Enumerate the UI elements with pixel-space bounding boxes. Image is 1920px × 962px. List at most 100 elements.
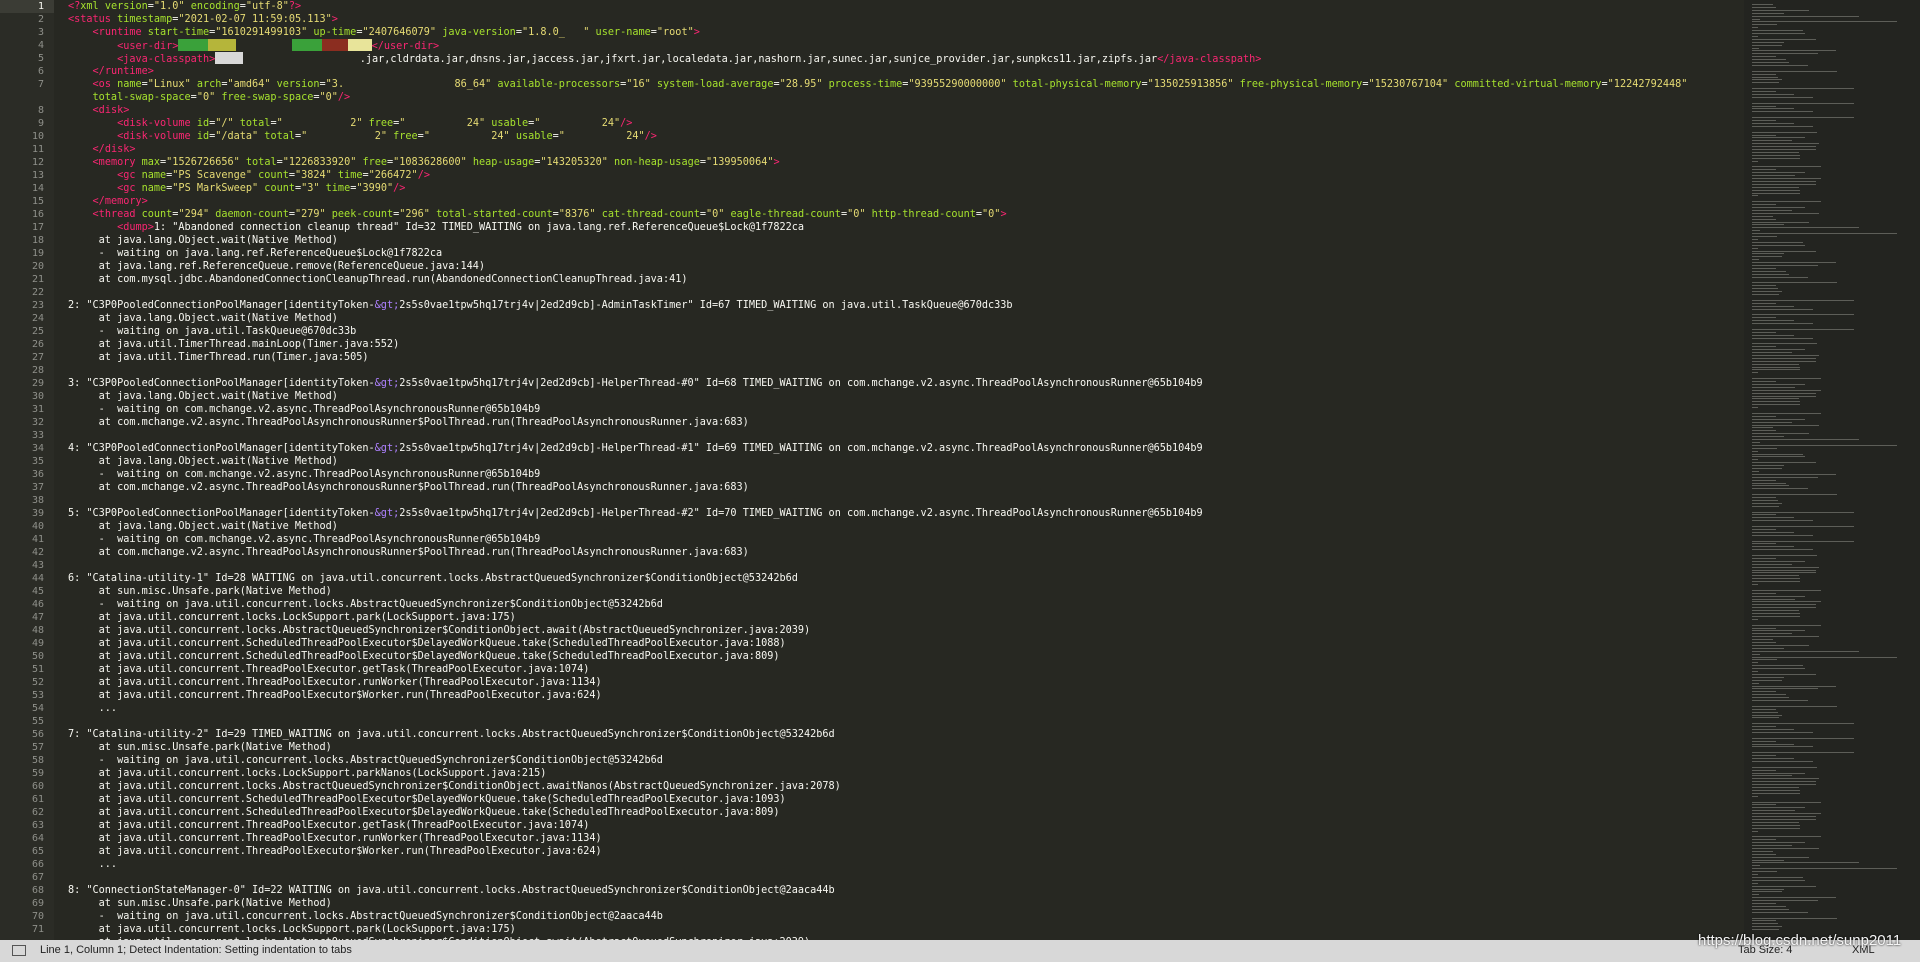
minimap-line xyxy=(1752,209,1793,211)
code-line[interactable]: <gc name="PS Scavenge" count="3824" time… xyxy=(68,169,430,182)
code-token: > xyxy=(773,157,780,168)
code-token: count xyxy=(135,209,173,220)
line-number: 26 xyxy=(31,339,44,350)
code-line[interactable]: 4: "C3P0PooledConnectionPoolManager[iden… xyxy=(68,442,1203,455)
minimap-line xyxy=(1752,743,1795,745)
code-line[interactable]: <status timestamp="2021-02-07 11:59:05.1… xyxy=(68,13,338,26)
code-line[interactable]: <user-dir> </user-dir> xyxy=(68,39,439,53)
code-line[interactable]: at java.util.concurrent.ThreadPoolExecut… xyxy=(68,832,602,845)
code-line[interactable]: </runtime> xyxy=(68,65,154,78)
code-line[interactable]: at java.util.concurrent.locks.LockSuppor… xyxy=(68,923,516,936)
code-line[interactable]: - waiting on java.util.concurrent.locks.… xyxy=(68,910,663,923)
line-number: 48 xyxy=(31,625,44,636)
code-line[interactable]: </memory> xyxy=(68,195,148,208)
code-line[interactable]: at java.util.TimerThread.run(Timer.java:… xyxy=(68,351,369,364)
code-line[interactable]: total-swap-space="0" free-swap-space="0"… xyxy=(68,91,351,104)
code-line[interactable]: 8: "ConnectionStateManager-0" Id=22 WAIT… xyxy=(68,884,835,897)
code-line[interactable]: at com.mysql.jdbc.AbandonedConnectionCle… xyxy=(68,273,688,286)
code-token: &gt; xyxy=(374,300,400,311)
code-line[interactable]: <os name="Linux" arch="amd64" version="3… xyxy=(68,78,1688,91)
minimap-line xyxy=(1752,378,1821,380)
code-line[interactable]: at java.util.concurrent.ThreadPoolExecut… xyxy=(68,676,602,689)
minimap-line xyxy=(1752,691,1777,693)
code-line[interactable]: at java.util.concurrent.ScheduledThreadP… xyxy=(68,793,786,806)
code-token: at com.mchange.v2.async.ThreadPoolAsynch… xyxy=(68,482,749,493)
code-line[interactable]: 7: "Catalina-utility-2" Id=29 TIMED_WAIT… xyxy=(68,728,835,741)
minimap-line xyxy=(1752,439,1859,440)
code-line[interactable]: 3: "C3P0PooledConnectionPoolManager[iden… xyxy=(68,377,1203,390)
code-token: at sun.misc.Unsafe.park(Native Method) xyxy=(68,586,332,597)
code-line[interactable]: 6: "Catalina-utility-1" Id=28 WAITING on… xyxy=(68,572,798,585)
code-line[interactable]: - waiting on java.lang.ref.ReferenceQueu… xyxy=(68,247,442,260)
line-number: 12 xyxy=(31,157,44,168)
code-line[interactable]: at java.lang.ref.ReferenceQueue.remove(R… xyxy=(68,260,485,273)
code-token: name xyxy=(135,183,167,194)
minimap-line xyxy=(1752,882,1759,884)
code-token: </disk> xyxy=(92,144,136,155)
code-line[interactable]: <disk-volume id="/" total=" 2" free=" 24… xyxy=(68,117,632,130)
panel-toggle-icon[interactable] xyxy=(12,945,26,956)
code-line[interactable]: at java.lang.Object.wait(Native Method) xyxy=(68,312,338,325)
code-token: total-started-count xyxy=(429,209,553,220)
code-line[interactable]: <dump>1: "Abandoned connection cleanup t… xyxy=(68,221,804,234)
code-line[interactable]: at sun.misc.Unsafe.park(Native Method) xyxy=(68,897,332,910)
code-line[interactable]: at java.util.concurrent.locks.LockSuppor… xyxy=(68,611,516,624)
code-line[interactable]: at com.mchange.v2.async.ThreadPoolAsynch… xyxy=(68,481,749,494)
code-line[interactable]: <?xml version="1.0" encoding="utf-8"?> xyxy=(68,0,301,13)
code-line[interactable]: at java.lang.Object.wait(Native Method) xyxy=(68,455,338,468)
code-line[interactable]: at java.lang.Object.wait(Native Method) xyxy=(68,520,338,533)
minimap-line xyxy=(1752,360,1816,362)
minimap-line xyxy=(1752,456,1805,458)
code-line[interactable]: ... xyxy=(68,858,117,871)
code-token: at java.util.concurrent.locks.LockSuppor… xyxy=(68,768,547,779)
code-line[interactable]: at java.util.concurrent.ThreadPoolExecut… xyxy=(68,819,590,832)
code-line[interactable]: at java.util.TimerThread.mainLoop(Timer.… xyxy=(68,338,400,351)
code-line[interactable]: at java.lang.Object.wait(Native Method) xyxy=(68,390,338,403)
minimap-line xyxy=(1752,436,1784,438)
code-line[interactable]: at com.mchange.v2.async.ThreadPoolAsynch… xyxy=(68,546,749,559)
code-token: version xyxy=(270,79,320,90)
code-line[interactable]: at java.util.concurrent.ThreadPoolExecut… xyxy=(68,689,602,702)
code-line[interactable]: at sun.misc.Unsafe.park(Native Method) xyxy=(68,585,332,598)
minimap-line xyxy=(1752,111,1814,113)
code-token: at java.util.concurrent.ScheduledThreadP… xyxy=(68,794,786,805)
code-line[interactable]: <gc name="PS MarkSweep" count="3" time="… xyxy=(68,182,405,195)
code-line[interactable]: <runtime start-time="1610291499103" up-t… xyxy=(68,26,700,39)
code-line[interactable]: <java-classpath> .jar,cldrdata.jar,dnsns… xyxy=(68,52,1261,66)
code-editor[interactable]: 1 2 3 4 5 6 7 8 9 10 11 12 13 14 15 16 17 18 19 20 21 22 23 24 2… xyxy=(0,0,1744,940)
code-line[interactable]: <disk> xyxy=(68,104,130,117)
code-line[interactable]: - waiting on java.util.TaskQueue@670dc33… xyxy=(68,325,357,338)
code-line[interactable]: at java.util.concurrent.ThreadPoolExecut… xyxy=(68,663,590,676)
code-line[interactable]: 5: "C3P0PooledConnectionPoolManager[iden… xyxy=(68,507,1203,520)
line-number: 30 xyxy=(31,391,44,402)
code-line[interactable]: <thread count="294" daemon-count="279" p… xyxy=(68,208,1007,221)
code-token: "0" xyxy=(982,209,1001,220)
code-line[interactable]: at java.util.concurrent.ScheduledThreadP… xyxy=(68,637,786,650)
code-line[interactable]: <memory max="1526726656" total="12268339… xyxy=(68,156,780,169)
minimap-line xyxy=(1752,465,1785,467)
code-token: name xyxy=(110,79,142,90)
code-line[interactable]: at java.util.concurrent.ScheduledThreadP… xyxy=(68,806,780,819)
code-line[interactable]: at java.util.concurrent.locks.AbstractQu… xyxy=(68,780,841,793)
code-line[interactable]: ... xyxy=(68,702,117,715)
code-line[interactable]: at java.util.concurrent.locks.LockSuppor… xyxy=(68,767,547,780)
code-line[interactable]: at java.util.concurrent.locks.AbstractQu… xyxy=(68,624,810,637)
line-number: 31 xyxy=(31,404,44,415)
code-line[interactable]: <disk-volume id="/data" total=" 2" free=… xyxy=(68,130,657,143)
code-line[interactable]: at com.mchange.v2.async.ThreadPoolAsynch… xyxy=(68,416,749,429)
code-line[interactable]: - waiting on com.mchange.v2.async.Thread… xyxy=(68,403,541,416)
minimap-line xyxy=(1752,494,1837,496)
code-line[interactable]: - waiting on com.mchange.v2.async.Thread… xyxy=(68,533,541,546)
code-line[interactable]: at java.util.concurrent.ThreadPoolExecut… xyxy=(68,845,602,858)
code-line[interactable]: at sun.misc.Unsafe.park(Native Method) xyxy=(68,741,332,754)
code-line[interactable]: - waiting on java.util.concurrent.locks.… xyxy=(68,754,663,767)
code-line[interactable]: at java.lang.Object.wait(Native Method) xyxy=(68,234,338,247)
code-line[interactable]: - waiting on com.mchange.v2.async.Thread… xyxy=(68,468,541,481)
minimap-line xyxy=(1752,726,1777,728)
code-line[interactable]: </disk> xyxy=(68,143,136,156)
code-line[interactable]: - waiting on java.util.concurrent.locks.… xyxy=(68,598,663,611)
code-line[interactable]: 2: "C3P0PooledConnectionPoolManager[iden… xyxy=(68,299,1013,312)
code-line[interactable]: at java.util.concurrent.ScheduledThreadP… xyxy=(68,650,780,663)
code-token: "2021-02-07 11:59:05.113" xyxy=(178,14,332,25)
minimap[interactable] xyxy=(1744,0,1920,940)
